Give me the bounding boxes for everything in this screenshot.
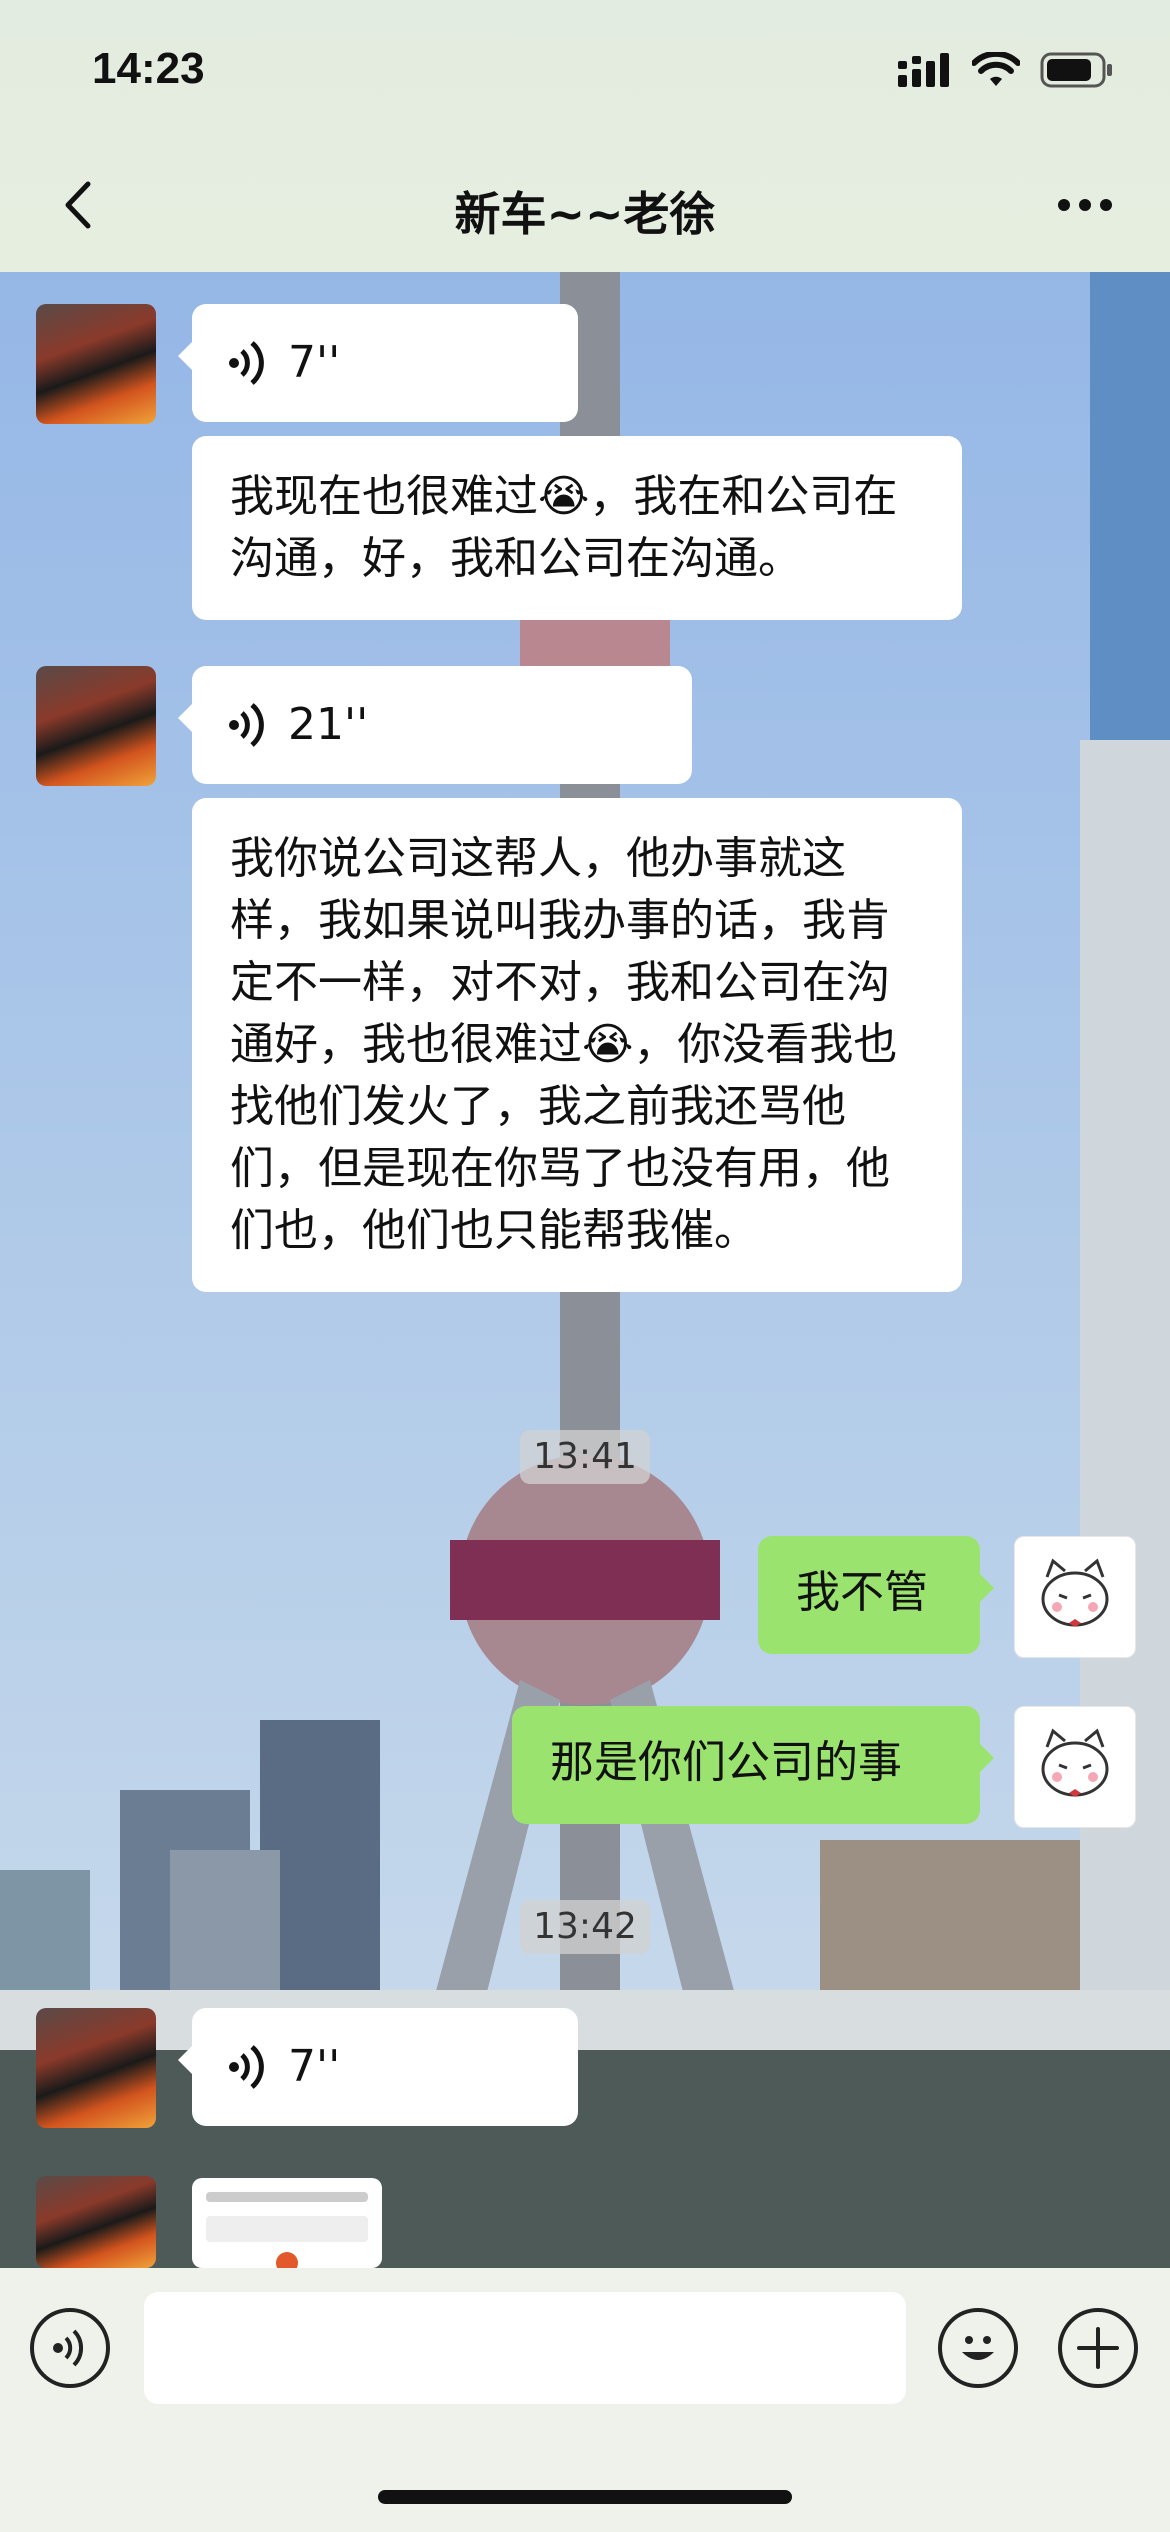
voice-input-icon: [53, 2329, 84, 2367]
voice-duration: 21'': [288, 699, 369, 750]
emoji-icon: [962, 2336, 994, 2360]
chat-title: 新车~~老徐: [454, 187, 716, 241]
top-bar: 14:23 新车~~老徐: [0, 0, 1170, 272]
sent-message-bubble[interactable]: 我不管: [758, 1536, 994, 1654]
voice-duration: 7'': [288, 2041, 341, 2092]
message-text: 我现在也很难过😭，我在和公司在沟通，好，我和公司在沟通。: [230, 471, 897, 584]
message-text-content: 那是你们公司的事: [550, 1737, 902, 1788]
cat-avatar-icon: [1041, 1558, 1109, 1627]
more-dots-icon: [1058, 199, 1112, 211]
avatar[interactable]: [36, 666, 156, 786]
wifi-icon: [972, 52, 1020, 86]
text-message-bubble[interactable]: 我你说公司这帮人，他办事就这样，我如果说叫我办事的话，我肯定不一样，对不对，我和…: [192, 798, 962, 1292]
sent-message-bubble[interactable]: 那是你们公司的事: [512, 1706, 994, 1824]
cat-avatar-icon: [1041, 1728, 1109, 1797]
more-button[interactable]: [1040, 170, 1130, 240]
voice-message-bubble[interactable]: 7'': [178, 2008, 578, 2126]
voice-wave-icon: [229, 2045, 264, 2089]
avatar[interactable]: [36, 2008, 156, 2128]
voice-wave-icon: [229, 703, 264, 747]
add-icon: [1077, 2327, 1119, 2369]
timestamp: 13:42: [520, 1900, 650, 1954]
timestamp: 13:41: [520, 1430, 650, 1484]
avatar[interactable]: [36, 304, 156, 424]
input-bar: [0, 2268, 1170, 2532]
text-message-bubble[interactable]: 我现在也很难过😭，我在和公司在沟通，好，我和公司在沟通。: [192, 436, 962, 620]
voice-message-bubble[interactable]: 21'': [178, 666, 692, 784]
home-indicator: [378, 2490, 792, 2504]
emoji-button[interactable]: [938, 2308, 1018, 2388]
my-avatar[interactable]: [1014, 1706, 1136, 1828]
voice-wave-icon: [229, 341, 264, 385]
add-button[interactable]: [1058, 2308, 1138, 2388]
voice-message-bubble[interactable]: 7'': [178, 304, 578, 422]
shared-card-thumbnail[interactable]: [192, 2178, 382, 2268]
message-text-content: 我现在也很难过😭，我在和公司在沟通，好，我和公司在沟通。: [230, 471, 898, 584]
signal-icon: [898, 53, 949, 87]
message-text-content: 我你说公司这帮人，他办事就这样，我如果说叫我办事的话，我肯定不一样，对不对，我和…: [230, 833, 898, 1256]
battery-icon: [1040, 52, 1112, 88]
status-time: 14:23: [92, 44, 205, 93]
my-avatar[interactable]: [1014, 1536, 1136, 1658]
voice-duration: 7'': [288, 337, 341, 388]
status-icons: [898, 52, 1114, 88]
message-input[interactable]: [144, 2292, 906, 2404]
avatar[interactable]: [36, 2176, 156, 2268]
voice-input-button[interactable]: [30, 2308, 110, 2388]
message-text-content: 我不管: [796, 1567, 928, 1618]
